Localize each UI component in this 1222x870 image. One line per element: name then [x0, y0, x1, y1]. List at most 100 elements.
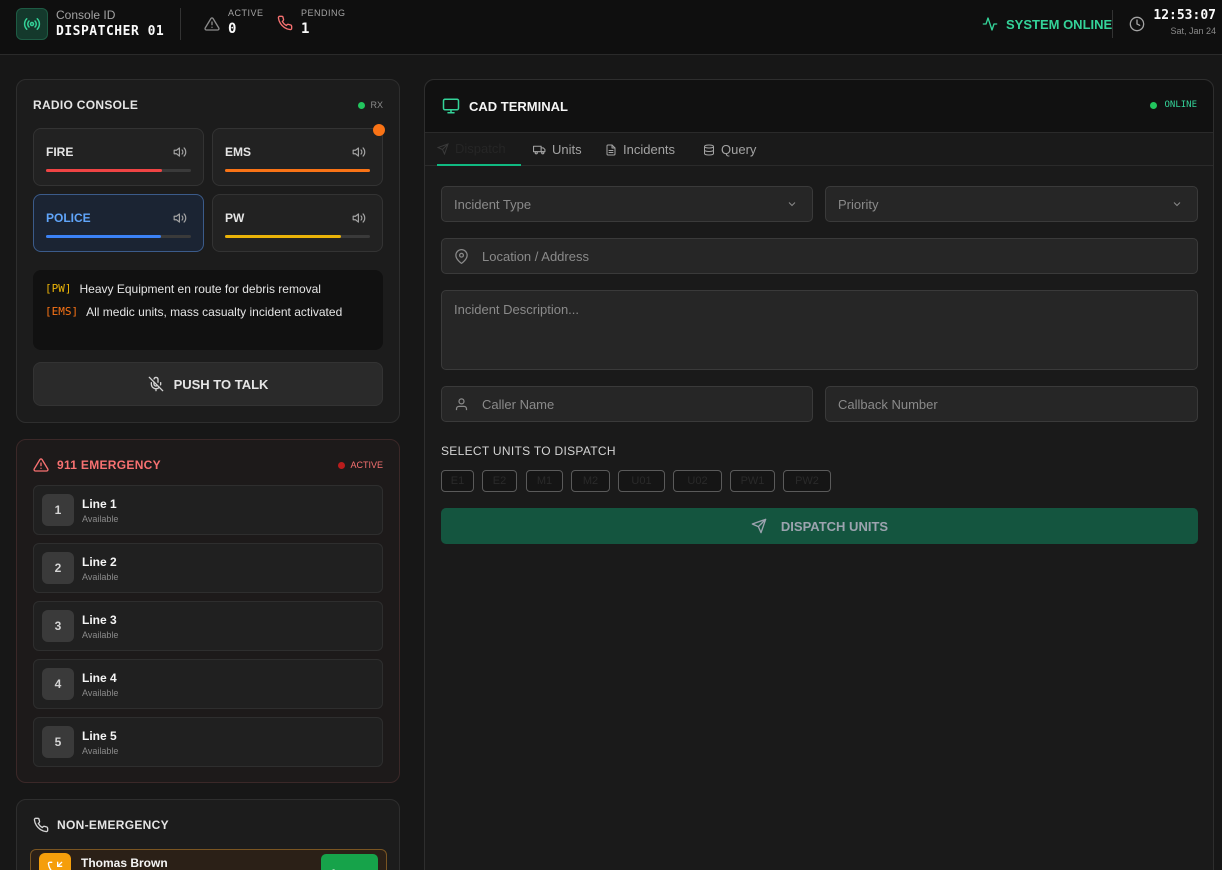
unit-chip-u01[interactable]: U01: [618, 470, 665, 492]
line-status: Available: [82, 688, 119, 698]
answer-button[interactable]: Answer: [321, 854, 378, 870]
channel-fire[interactable]: FIRE: [33, 128, 204, 186]
location-input[interactable]: Location / Address: [441, 238, 1198, 274]
line-status: Available: [82, 514, 119, 524]
channel-ems[interactable]: EMS: [212, 128, 383, 186]
tab-label: Dispatch: [455, 141, 506, 156]
radio-tower-icon: [16, 8, 48, 40]
clock-time: 12:53:07: [1153, 8, 1216, 23]
non-emergency-panel: NON-EMERGENCY Thomas Brown Answer: [16, 799, 400, 870]
emergency-status-badge: ACTIVE: [338, 460, 383, 470]
select-units-label: SELECT UNITS TO DISPATCH: [441, 444, 616, 458]
tab-query[interactable]: Query: [703, 133, 756, 166]
database-icon: [704, 144, 714, 156]
unit-chip-pw2[interactable]: PW2: [783, 470, 831, 492]
non-emergency-title-row: NON-EMERGENCY: [33, 817, 169, 833]
line-status: Available: [82, 746, 119, 756]
line-item-2[interactable]: 2 Line 2 Available: [33, 543, 383, 593]
pending-stat: PENDING 1: [277, 8, 346, 37]
callback-placeholder: Callback Number: [838, 397, 938, 412]
line-name: Line 1: [82, 497, 117, 511]
line-number: 5: [42, 726, 74, 758]
activity-icon: [982, 17, 998, 31]
line-number: 3: [42, 610, 74, 642]
log-text: Heavy Equipment en route for debris remo…: [79, 282, 321, 296]
unit-chip-m1[interactable]: M1: [526, 470, 563, 492]
rx-dot: [358, 101, 366, 109]
rx-label: RX: [370, 100, 383, 110]
map-pin-icon: [455, 249, 468, 264]
alert-triangle-icon: [204, 17, 220, 31]
log-text: All medic units, mass casualty incident …: [86, 305, 343, 319]
active-label: ACTIVE: [228, 8, 264, 18]
caller-name-input[interactable]: Caller Name: [441, 386, 813, 422]
channel-level-bar: [225, 169, 370, 172]
emergency-title: 911 EMERGENCY: [57, 458, 161, 472]
unit-chip-e2[interactable]: E2: [482, 470, 517, 492]
unit-chip-m2[interactable]: M2: [571, 470, 610, 492]
pending-count: 1: [301, 21, 310, 37]
chevron-down-icon: [1173, 202, 1181, 207]
channel-name: PW: [225, 211, 245, 225]
channel-pw[interactable]: PW: [212, 194, 383, 252]
volume-icon[interactable]: [352, 211, 366, 225]
phone-incoming-icon: [39, 853, 71, 870]
line-number: 4: [42, 668, 74, 700]
priority-placeholder: Priority: [838, 197, 879, 212]
line-item-3[interactable]: 3 Line 3 Available: [33, 601, 383, 651]
tab-label: Incidents: [623, 142, 676, 157]
volume-icon[interactable]: [173, 145, 187, 159]
ems-alert-badge: [373, 124, 385, 136]
emergency-status: ACTIVE: [350, 460, 383, 470]
line-item-5[interactable]: 5 Line 5 Available: [33, 717, 383, 767]
priority-select[interactable]: Priority: [825, 186, 1198, 222]
alert-triangle-icon: [33, 458, 49, 472]
incoming-call-card[interactable]: Thomas Brown Answer: [30, 849, 387, 870]
line-name: Line 4: [82, 671, 117, 685]
log-tag: [EMS]: [45, 305, 79, 318]
tab-dispatch[interactable]: Dispatch: [437, 133, 521, 166]
cad-tabs: Dispatch Units Incidents Query: [425, 133, 1213, 166]
line-number: 2: [42, 552, 74, 584]
line-item-4[interactable]: 4 Line 4 Available: [33, 659, 383, 709]
volume-icon[interactable]: [352, 145, 366, 159]
description-placeholder: Incident Description...: [454, 302, 580, 317]
volume-icon[interactable]: [173, 211, 187, 225]
send-icon: [437, 142, 449, 155]
push-to-talk-button[interactable]: PUSH TO TALK: [33, 362, 383, 406]
system-status: SYSTEM ONLINE: [982, 16, 1112, 32]
line-name: Line 3: [82, 613, 117, 627]
radio-console-panel: RADIO CONSOLE RX FIRE EMS POLICE PW [PW]…: [16, 79, 400, 423]
console-id-value: DISPATCHER 01: [56, 24, 165, 39]
unit-chip-pw1[interactable]: PW1: [730, 470, 775, 492]
pending-label: PENDING: [301, 8, 346, 18]
line-item-1[interactable]: 1 Line 1 Available: [33, 485, 383, 535]
dispatch-units-button[interactable]: DISPATCH UNITS: [441, 508, 1198, 544]
channel-level-bar: [46, 169, 191, 172]
emergency-911-panel: 911 EMERGENCY ACTIVE 1 Line 1 Available …: [16, 439, 400, 783]
caller-name-placeholder: Caller Name: [482, 397, 555, 412]
channel-level-bar: [225, 235, 370, 238]
status-dot: [338, 461, 346, 469]
unit-chip-e1[interactable]: E1: [441, 470, 474, 492]
chevron-down-icon: [788, 202, 796, 207]
channel-police[interactable]: POLICE: [33, 194, 204, 252]
clock-date: Sat, Jan 24: [1170, 26, 1216, 36]
incident-type-select[interactable]: Incident Type: [441, 186, 813, 222]
active-count: 0: [228, 21, 237, 37]
phone-icon: [277, 15, 293, 31]
cad-status-label: ONLINE: [1164, 100, 1197, 110]
tab-units[interactable]: Units: [533, 133, 582, 166]
callback-number-input[interactable]: Callback Number: [825, 386, 1198, 422]
status-dot: [1150, 101, 1158, 109]
header-divider: [1112, 10, 1113, 38]
unit-chip-u02[interactable]: U02: [673, 470, 722, 492]
radio-log-entry: [PW] Heavy Equipment en route for debris…: [45, 282, 371, 296]
cad-terminal-panel: CAD TERMINAL ONLINE Dispatch Units Incid…: [424, 79, 1214, 870]
dispatch-units-label: DISPATCH UNITS: [780, 518, 889, 534]
tab-incidents[interactable]: Incidents: [605, 133, 675, 166]
header-divider: [180, 8, 181, 40]
send-icon: [751, 518, 767, 534]
line-status: Available: [82, 572, 119, 582]
incident-description-textarea[interactable]: Incident Description...: [441, 290, 1198, 370]
